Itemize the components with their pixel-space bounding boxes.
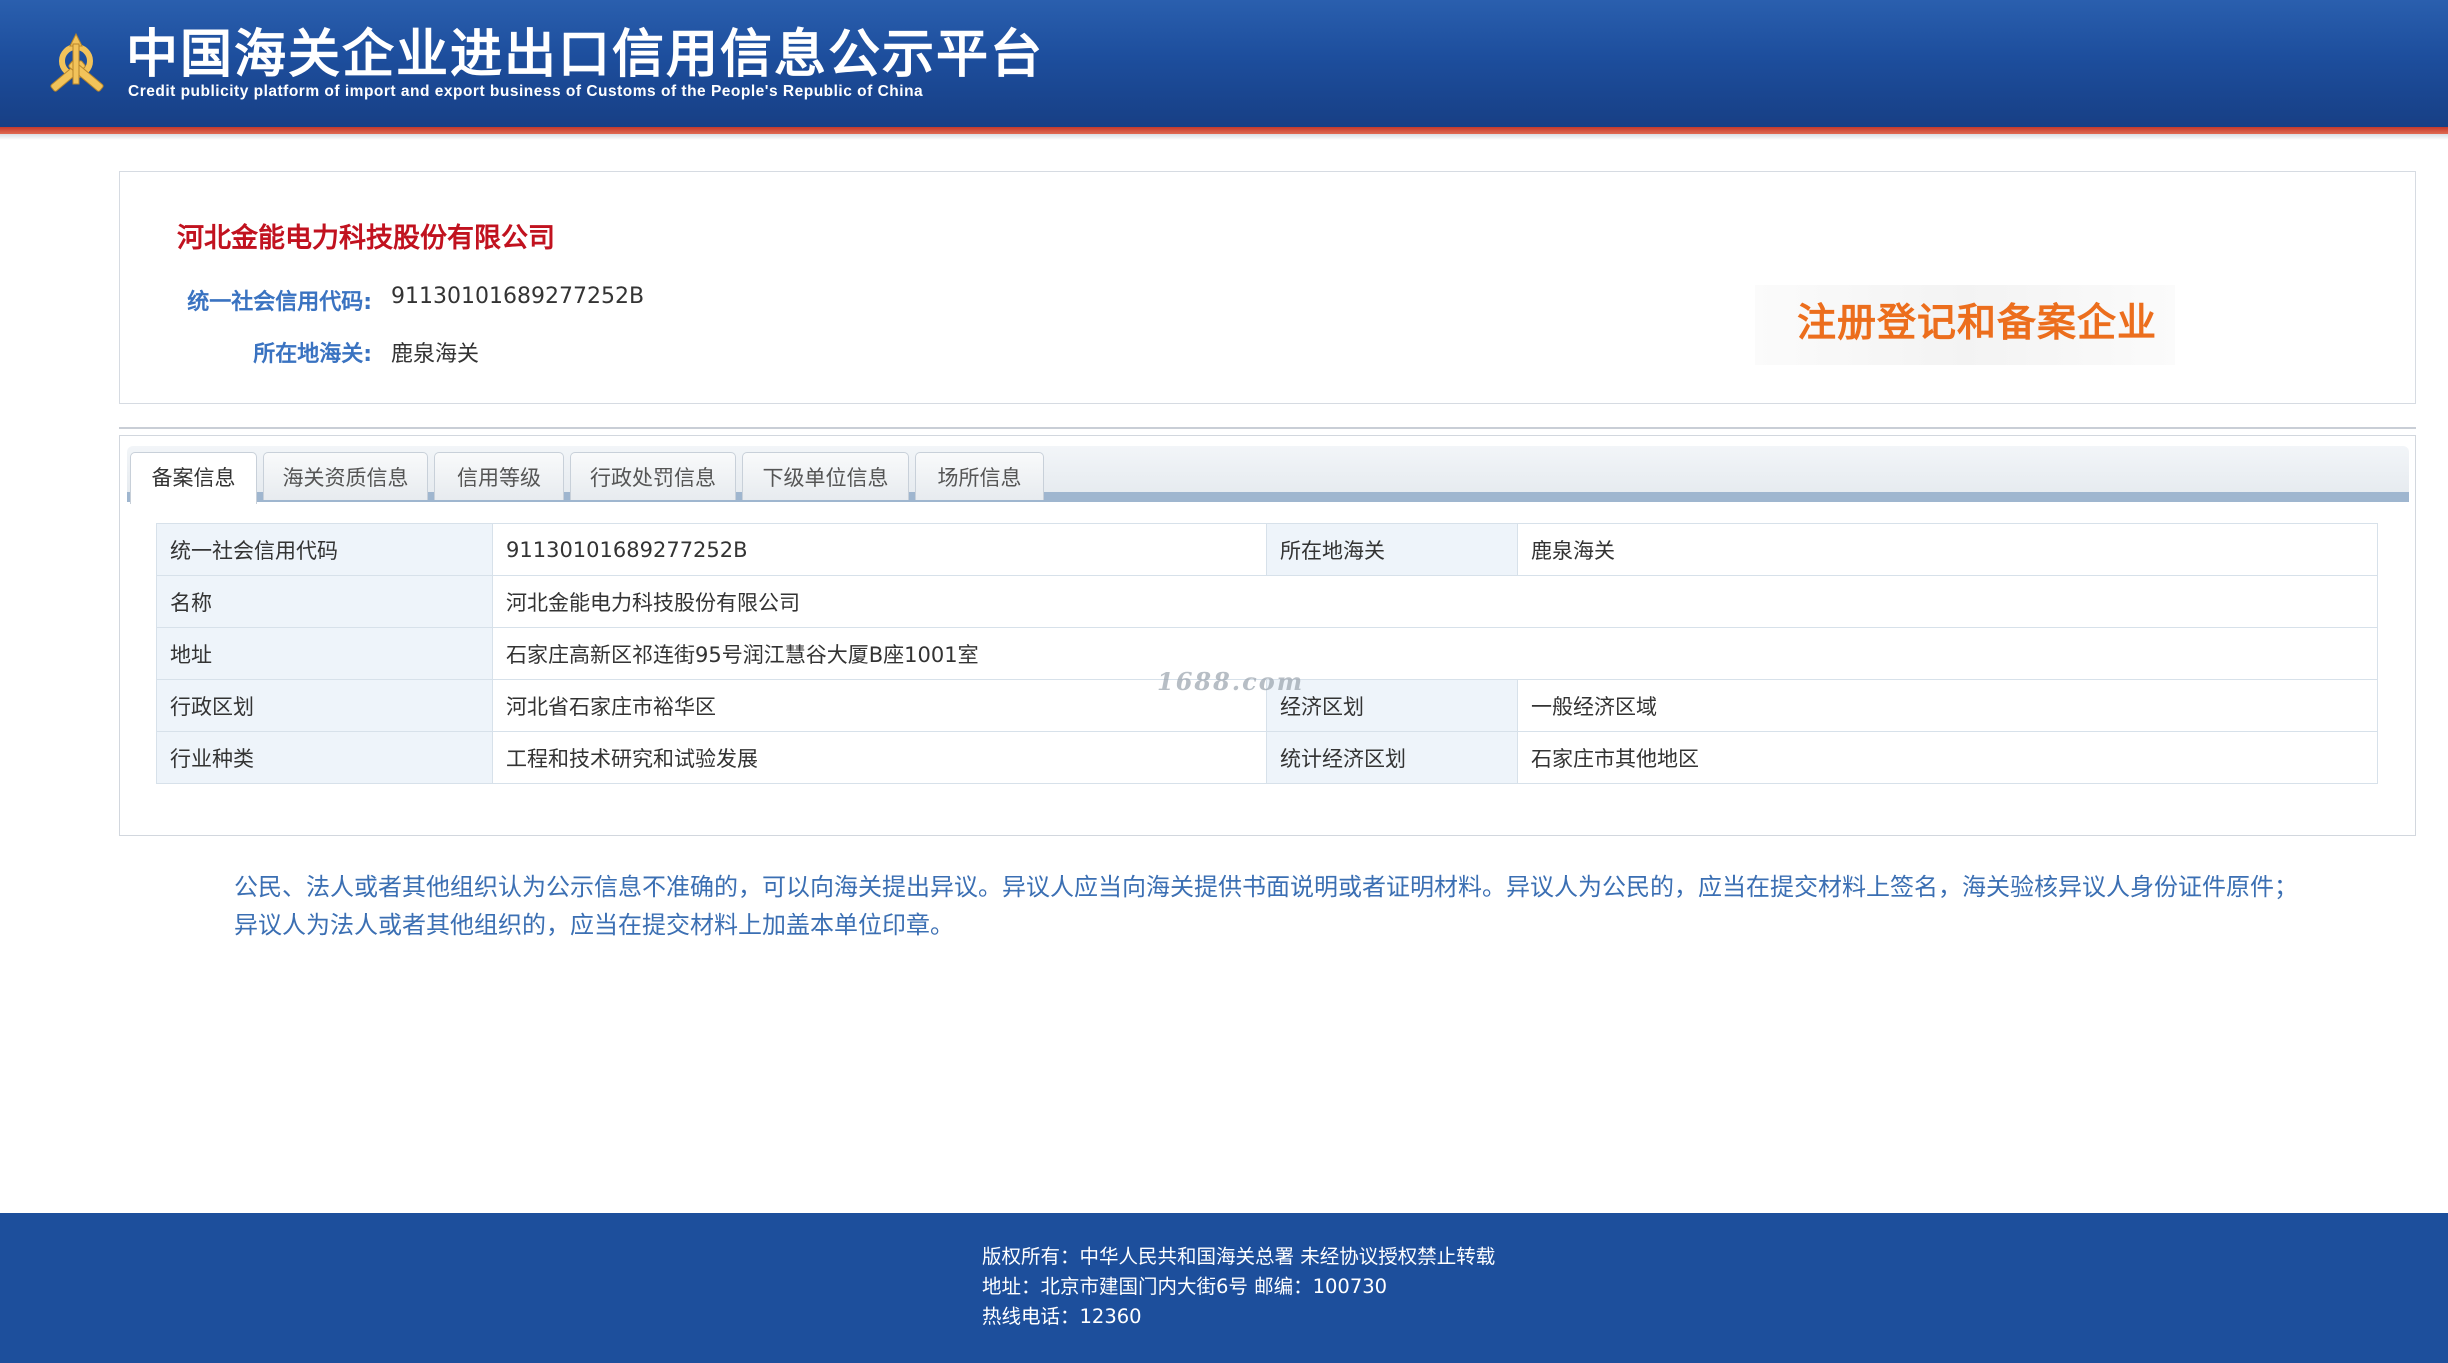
address-cell-label: 地址 — [156, 627, 493, 680]
credit-code-value: 91130101689277252B — [391, 284, 645, 309]
credit-code-cell-value: 91130101689277252B — [492, 523, 1267, 576]
customs-emblem-icon — [50, 32, 104, 92]
industry-cell-label: 行业种类 — [156, 731, 493, 784]
footer-address: 地址：北京市建国门内大街6号 邮编：100730 — [982, 1275, 1388, 1298]
credit-code-cell-label: 统一社会信用代码 — [156, 523, 493, 576]
tab-admin-penalty[interactable]: 行政处罚信息 — [570, 452, 736, 500]
table-row: 行业种类 工程和技术研究和试验发展 统计经济区划 石家庄市其他地区 — [156, 731, 2378, 784]
divider — [119, 427, 2416, 429]
table-row: 名称 河北金能电力科技股份有限公司 — [156, 575, 2378, 628]
tab-filing-info[interactable]: 备案信息 — [130, 452, 257, 504]
admin-region-cell-label: 行政区划 — [156, 679, 493, 732]
header-shadow — [0, 134, 2448, 140]
credit-code-label: 统一社会信用代码: — [187, 290, 372, 315]
filing-info-table: 统一社会信用代码 91130101689277252B 所在地海关 鹿泉海关 名… — [156, 523, 2378, 784]
customs-value: 鹿泉海关 — [391, 342, 480, 367]
header-accent-line — [0, 127, 2448, 134]
site-header: 中国海关企业进出口信用信息公示平台 Credit publicity platf… — [0, 0, 2448, 127]
address-cell-value: 石家庄高新区祁连街95号润江慧谷大厦B座1001室 — [492, 627, 2378, 680]
tab-credit-rating[interactable]: 信用等级 — [434, 452, 564, 500]
stat-zone-cell-value: 石家庄市其他地区 — [1517, 731, 2378, 784]
customs-label: 所在地海关: — [253, 342, 372, 367]
tab-subsidiary-units[interactable]: 下级单位信息 — [742, 452, 909, 500]
tab-premises-info[interactable]: 场所信息 — [915, 452, 1044, 500]
site-footer: 版权所有：中华人民共和国海关总署 未经协议授权禁止转载 地址：北京市建国门内大街… — [0, 1213, 2448, 1363]
company-name: 河北金能电力科技股份有限公司 — [177, 223, 555, 254]
tab-customs-qualification[interactable]: 海关资质信息 — [263, 452, 428, 500]
name-cell-label: 名称 — [156, 575, 493, 628]
customs-cell-value: 鹿泉海关 — [1517, 523, 2378, 576]
site-subtitle: Credit publicity platform of import and … — [128, 83, 924, 100]
industry-cell-value: 工程和技术研究和试验发展 — [492, 731, 1267, 784]
name-cell-value: 河北金能电力科技股份有限公司 — [492, 575, 2378, 628]
watermark: 1688.com — [1157, 667, 1305, 696]
table-row: 统一社会信用代码 91130101689277252B 所在地海关 鹿泉海关 — [156, 523, 2378, 576]
site-title: 中国海关企业进出口信用信息公示平台 — [126, 25, 1045, 85]
footer-copyright: 版权所有：中华人民共和国海关总署 未经协议授权禁止转载 — [982, 1245, 1496, 1268]
objection-notice: 公民、法人或者其他组织认为公示信息不准确的，可以向海关提出异议。异议人应当向海关… — [234, 873, 2298, 939]
admin-region-cell-value: 河北省石家庄市裕华区 — [492, 679, 1267, 732]
stat-zone-cell-label: 统计经济区划 — [1266, 731, 1518, 784]
customs-cell-label: 所在地海关 — [1266, 523, 1518, 576]
footer-hotline: 热线电话：12360 — [982, 1305, 1142, 1328]
economic-zone-cell-value: 一般经济区域 — [1517, 679, 2378, 732]
status-stamp: 注册登记和备案企业 — [1797, 301, 2158, 346]
